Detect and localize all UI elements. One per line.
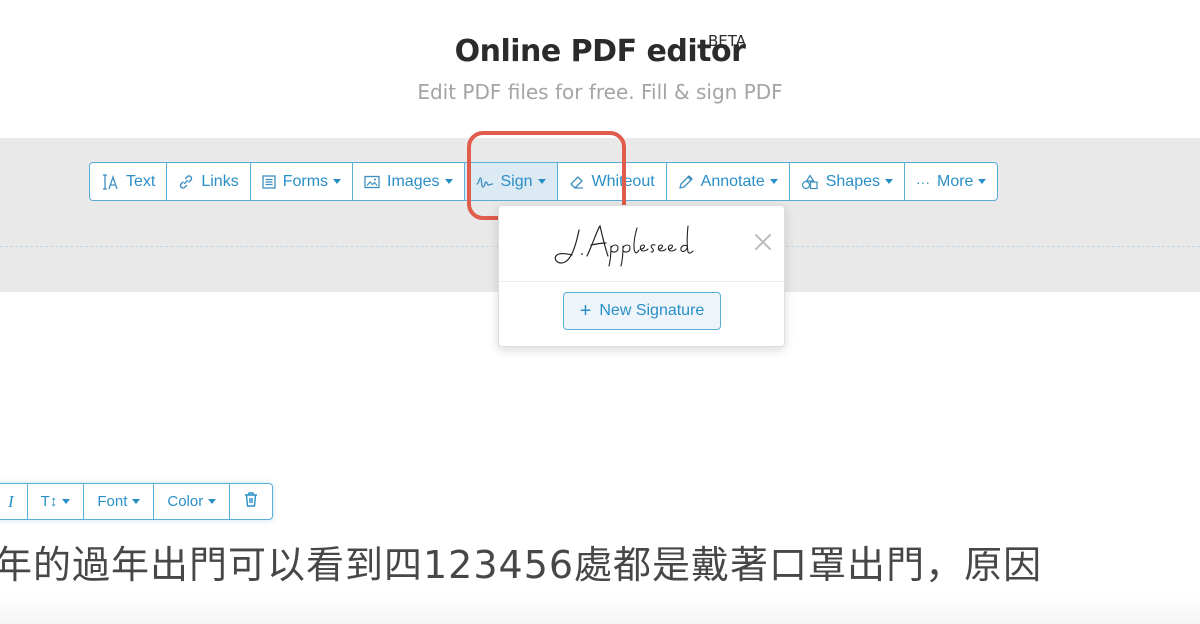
chevron-down-icon <box>62 499 71 504</box>
chevron-down-icon <box>885 179 893 184</box>
text-size-button[interactable]: T↕ <box>28 484 85 519</box>
text-tool-label: Text <box>126 172 156 190</box>
text-size-label: T↕ <box>40 493 58 510</box>
link-icon <box>178 174 194 190</box>
plus-icon: + <box>579 300 592 322</box>
text-tool-button[interactable]: Text <box>90 163 168 200</box>
chevron-down-icon <box>132 499 141 504</box>
font-label: Font <box>97 493 128 510</box>
pdf-text-line[interactable]: 年的過年出門可以看到四123456處都是戴著口罩出門，原因 <box>0 534 1200 589</box>
forms-tool-button[interactable]: Forms <box>251 163 354 200</box>
forms-tool-label: Forms <box>282 172 329 190</box>
more-tool-label: More <box>937 172 974 190</box>
italic-label: I <box>8 491 14 511</box>
color-label: Color <box>167 493 204 510</box>
color-button[interactable]: Color <box>154 484 231 519</box>
new-signature-button[interactable]: + New Signature <box>563 292 721 330</box>
images-tool-label: Images <box>387 172 440 190</box>
close-icon[interactable] <box>752 231 774 253</box>
links-tool-label: Links <box>201 172 239 190</box>
new-signature-label: New Signature <box>599 302 705 319</box>
chevron-down-icon <box>208 499 217 504</box>
images-tool-button[interactable]: Images <box>353 163 465 200</box>
chevron-down-icon <box>333 179 342 184</box>
shapes-icon <box>801 173 819 190</box>
more-tool-button[interactable]: ··· More <box>905 163 997 200</box>
shapes-tool-label: Shapes <box>825 172 880 190</box>
links-tool-button[interactable]: Links <box>167 163 251 200</box>
saved-signature-row[interactable] <box>499 206 784 282</box>
form-icon <box>262 174 276 189</box>
annotate-tool-button[interactable]: Annotate <box>667 163 790 200</box>
page-title: Online PDF editor <box>454 34 746 69</box>
ellipsis-icon: ··· <box>916 173 930 190</box>
page-subtitle: Edit PDF files for free. Fill & sign PDF <box>417 80 783 104</box>
text-cursor-icon <box>101 173 119 190</box>
annotate-tool-label: Annotate <box>700 172 765 190</box>
text-format-toolbar: I T↕ Font Color <box>0 483 274 520</box>
shapes-tool-button[interactable]: Shapes <box>790 163 905 200</box>
chevron-down-icon <box>978 179 987 184</box>
pencil-icon <box>678 174 694 190</box>
image-icon <box>364 175 380 189</box>
delete-button[interactable] <box>230 484 272 519</box>
sign-dropdown: + New Signature <box>498 205 785 347</box>
font-button[interactable]: Font <box>84 484 155 519</box>
page-bottom-shade <box>0 592 1200 624</box>
italic-button[interactable]: I <box>0 484 28 519</box>
chevron-down-icon <box>769 179 778 184</box>
trash-icon <box>243 491 259 512</box>
chevron-down-icon <box>444 179 453 184</box>
page: Online PDF editor BETA Edit PDF files fo… <box>0 0 1200 624</box>
beta-badge: BETA <box>708 32 747 50</box>
signature-image[interactable] <box>551 218 701 273</box>
